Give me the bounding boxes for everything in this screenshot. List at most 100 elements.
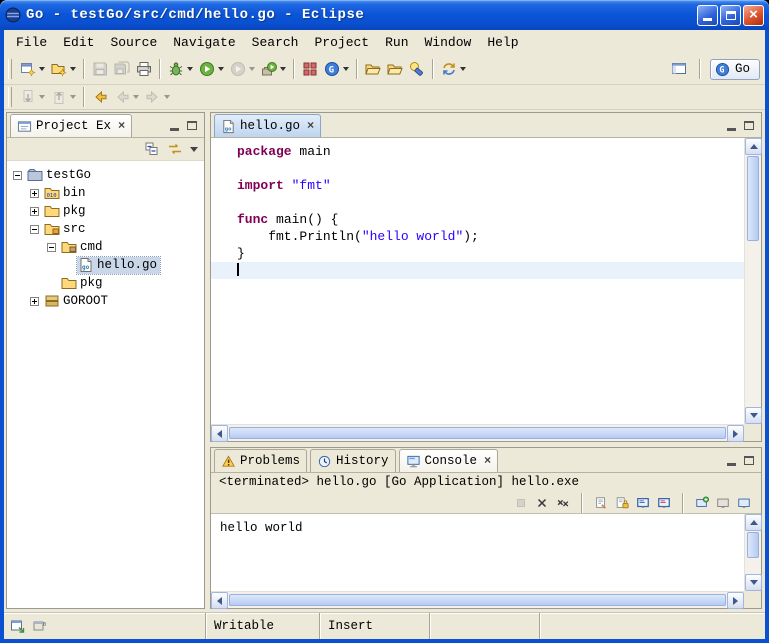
collapse-expander-icon[interactable] <box>47 243 56 252</box>
tree-item-goroot[interactable]: GOROOT <box>7 292 204 310</box>
toolbar-grip[interactable] <box>8 87 12 107</box>
remove-all-launches-button[interactable] <box>556 496 570 510</box>
collapse-all-button[interactable] <box>144 141 160 157</box>
dropdown-arrow-icon[interactable] <box>39 95 45 99</box>
dropdown-arrow-icon[interactable] <box>249 67 255 71</box>
save-all-button[interactable] <box>111 58 133 80</box>
dropdown-arrow-icon[interactable] <box>70 95 76 99</box>
console-horizontal-scrollbar[interactable] <box>211 591 744 608</box>
scroll-up-button[interactable] <box>745 138 762 155</box>
dropdown-arrow-icon[interactable] <box>164 95 170 99</box>
new-go-element-button[interactable] <box>299 58 321 80</box>
menu-file[interactable]: File <box>8 33 55 52</box>
open-resource-button[interactable] <box>362 58 384 80</box>
editor-vertical-scrollbar[interactable] <box>744 138 761 424</box>
profile-button[interactable] <box>227 58 258 80</box>
menu-run[interactable]: Run <box>377 33 416 52</box>
scroll-left-button[interactable] <box>211 592 228 609</box>
tree-item-cmd[interactable]: cmd <box>7 238 204 256</box>
new-file-button[interactable] <box>48 58 79 80</box>
expand-expander-icon[interactable] <box>30 189 39 198</box>
scrollbar-thumb[interactable] <box>747 156 759 241</box>
title-bar[interactable]: Go - testGo/src/cmd/hello.go - Eclipse × <box>0 0 769 30</box>
maximize-editor-button[interactable] <box>740 117 758 134</box>
restore-views-button[interactable]: 0 <box>32 618 48 634</box>
minimize-button[interactable] <box>697 5 718 26</box>
fast-view-button[interactable] <box>10 618 26 634</box>
tree-item-src[interactable]: src <box>7 220 204 238</box>
close-tab-icon[interactable]: × <box>307 119 314 133</box>
tree-item-testgo[interactable]: testGo <box>7 166 204 184</box>
scroll-up-button[interactable] <box>745 514 762 531</box>
code-area[interactable]: package main import "fmt" func main() { … <box>211 138 744 424</box>
view-menu-button[interactable] <box>190 147 198 152</box>
next-annotation-button[interactable] <box>17 86 48 108</box>
show-stderr-button[interactable] <box>657 496 671 510</box>
editor-horizontal-scrollbar[interactable] <box>211 424 744 441</box>
maximize-console-button[interactable] <box>740 452 758 469</box>
close-button[interactable]: × <box>743 5 764 26</box>
tab-console[interactable]: Console × <box>399 449 499 472</box>
external-tools-button[interactable] <box>258 58 289 80</box>
console-output-area[interactable]: hello world <box>211 513 761 608</box>
scroll-lock-button[interactable] <box>615 496 629 510</box>
display-console-button[interactable] <box>716 496 730 510</box>
debug-button[interactable] <box>165 58 196 80</box>
menu-edit[interactable]: Edit <box>55 33 102 52</box>
dropdown-arrow-icon[interactable] <box>280 67 286 71</box>
go-perspective-button[interactable]: G Go <box>710 59 760 80</box>
dropdown-arrow-icon[interactable] <box>343 67 349 71</box>
tab-history[interactable]: History <box>310 449 396 472</box>
console-vertical-scrollbar[interactable] <box>744 514 761 591</box>
collapse-expander-icon[interactable] <box>30 225 39 234</box>
expand-expander-icon[interactable] <box>30 207 39 216</box>
tree-item-pkg-src[interactable]: pkg <box>7 274 204 292</box>
terminate-button[interactable] <box>514 496 528 510</box>
collapse-expander-icon[interactable] <box>13 171 22 180</box>
maximize-button[interactable] <box>720 5 741 26</box>
minimize-view-button[interactable] <box>165 117 183 134</box>
toolbar-grip[interactable] <box>8 59 12 79</box>
go-button[interactable]: G <box>321 58 352 80</box>
open-perspective-button[interactable] <box>668 58 690 80</box>
close-view-icon[interactable]: × <box>484 454 491 468</box>
menu-help[interactable]: Help <box>479 33 526 52</box>
show-stdout-button[interactable] <box>636 496 650 510</box>
scrollbar-thumb[interactable] <box>229 427 726 439</box>
scroll-right-button[interactable] <box>727 425 744 442</box>
last-edit-location-button[interactable] <box>89 86 111 108</box>
tab-problems[interactable]: Problems <box>214 449 307 472</box>
tree-item-pkg[interactable]: pkg <box>7 202 204 220</box>
maximize-view-button[interactable] <box>183 117 201 134</box>
remove-launch-button[interactable] <box>535 496 549 510</box>
pin-console-button[interactable] <box>695 496 709 510</box>
scroll-down-button[interactable] <box>745 407 762 424</box>
dropdown-arrow-icon[interactable] <box>460 67 466 71</box>
previous-annotation-button[interactable] <box>48 86 79 108</box>
back-button[interactable] <box>111 86 142 108</box>
print-button[interactable] <box>133 58 155 80</box>
menu-source[interactable]: Source <box>102 33 165 52</box>
run-button[interactable] <box>196 58 227 80</box>
open-console-button[interactable] <box>737 496 753 510</box>
expand-expander-icon[interactable] <box>30 297 39 306</box>
scrollbar-thumb[interactable] <box>747 532 759 558</box>
tree-item-hello-go[interactable]: go hello.go <box>7 256 204 274</box>
tab-hello-go[interactable]: go hello.go × <box>214 114 321 137</box>
scrollbar-thumb[interactable] <box>229 594 726 606</box>
new-button[interactable] <box>17 58 48 80</box>
clear-console-button[interactable] <box>594 496 608 510</box>
save-button[interactable] <box>89 58 111 80</box>
dropdown-arrow-icon[interactable] <box>39 67 45 71</box>
menu-window[interactable]: Window <box>417 33 480 52</box>
link-with-editor-button[interactable] <box>167 141 183 157</box>
menu-project[interactable]: Project <box>306 33 377 52</box>
search-button[interactable] <box>406 58 428 80</box>
forward-button[interactable] <box>142 86 173 108</box>
scroll-right-button[interactable] <box>727 592 744 609</box>
synchronize-button[interactable] <box>438 58 469 80</box>
dropdown-arrow-icon[interactable] <box>187 67 193 71</box>
minimize-console-button[interactable] <box>722 452 740 469</box>
menu-navigate[interactable]: Navigate <box>165 33 243 52</box>
dropdown-arrow-icon[interactable] <box>218 67 224 71</box>
